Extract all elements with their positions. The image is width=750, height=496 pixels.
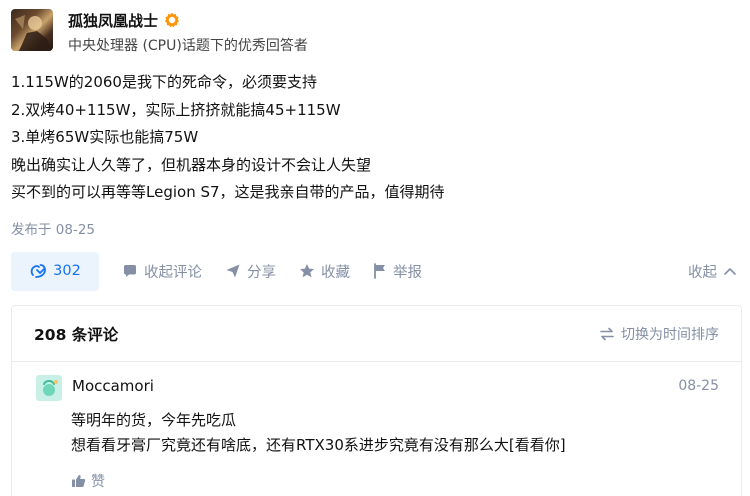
collapse-button[interactable]: 收起 [688, 261, 737, 282]
flag-icon [374, 263, 385, 279]
published-time: 发布于 08-25 [11, 222, 96, 238]
like-label: 赞 [91, 474, 105, 490]
comments-panel: 208 条评论 切换为时间排序 Moccamori 08-25 等明年的货，今年… [11, 305, 742, 496]
comments-count: 208 条评论 [34, 325, 119, 344]
thumb-up-icon [72, 475, 86, 487]
comments-header: 208 条评论 切换为时间排序 [12, 306, 741, 362]
badge-icon [164, 12, 180, 28]
commenter-avatar[interactable] [36, 375, 62, 401]
report-button[interactable]: 举报 [373, 261, 422, 282]
favorite-button[interactable]: 收藏 [299, 261, 350, 282]
like-button[interactable]: 赞 [71, 471, 105, 491]
author-avatar[interactable] [11, 9, 53, 51]
author-name[interactable]: 孤独凤凰战士 [68, 10, 158, 31]
vote-count: 302 [53, 263, 81, 279]
sort-toggle-label: 切换为时间排序 [621, 326, 719, 343]
author-header: 孤独凤凰战士 中央处理器 (CPU)话题下的优秀回答者 [11, 9, 308, 55]
answer-line: 买不到的可以再等等Legion S7，这是我亲自带的产品，值得期待 [11, 183, 445, 201]
share-icon [226, 264, 240, 278]
comment-date: 08-25 [678, 378, 719, 394]
answer-content: 1.115W的2060是我下的死命令，必须要支持 2.双烤40+115W，实际上… [11, 69, 731, 207]
collapse-label: 收起 [688, 264, 717, 281]
comment-line: 等明年的货，今年先吃瓜 [71, 411, 237, 429]
action-bar: 302 收起评论 分享 收藏 举报 收起 [11, 251, 739, 291]
vote-button[interactable]: 302 [11, 251, 99, 291]
collapse-comments-label: 收起评论 [144, 264, 202, 281]
favorite-label: 收藏 [321, 264, 350, 281]
comment-line: 想看看牙膏厂究竟还有啥底，还有RTX30系进步究竟有没有那么大[看看你] [71, 436, 566, 454]
comment-text: 等明年的货，今年先吃瓜 想看看牙膏厂究竟还有啥底，还有RTX30系进步究竟有没有… [71, 408, 566, 458]
chevron-up-icon [724, 268, 736, 275]
answer-line: 2.双烤40+115W，实际上挤挤就能搞45+115W [11, 100, 341, 119]
answer-line: 晚出确实让人久等了，但机器本身的设计不会让人失望 [11, 155, 372, 174]
answer-line: 3.单烤65W实际也能搞75W [11, 128, 199, 146]
collapse-comments-button[interactable]: 收起评论 [122, 261, 202, 282]
swap-icon [600, 327, 614, 340]
vote-up-icon [30, 264, 47, 278]
answer-line: 1.115W的2060是我下的死命令，必须要支持 [11, 73, 317, 91]
star-icon [300, 264, 314, 278]
share-label: 分享 [247, 264, 276, 281]
author-headline: 中央处理器 (CPU)话题下的优秀回答者 [68, 38, 308, 54]
commenter-name[interactable]: Moccamori [72, 377, 154, 395]
report-label: 举报 [393, 264, 422, 281]
sort-toggle-button[interactable]: 切换为时间排序 [599, 324, 719, 344]
comment-icon [124, 265, 136, 277]
share-button[interactable]: 分享 [225, 261, 276, 282]
